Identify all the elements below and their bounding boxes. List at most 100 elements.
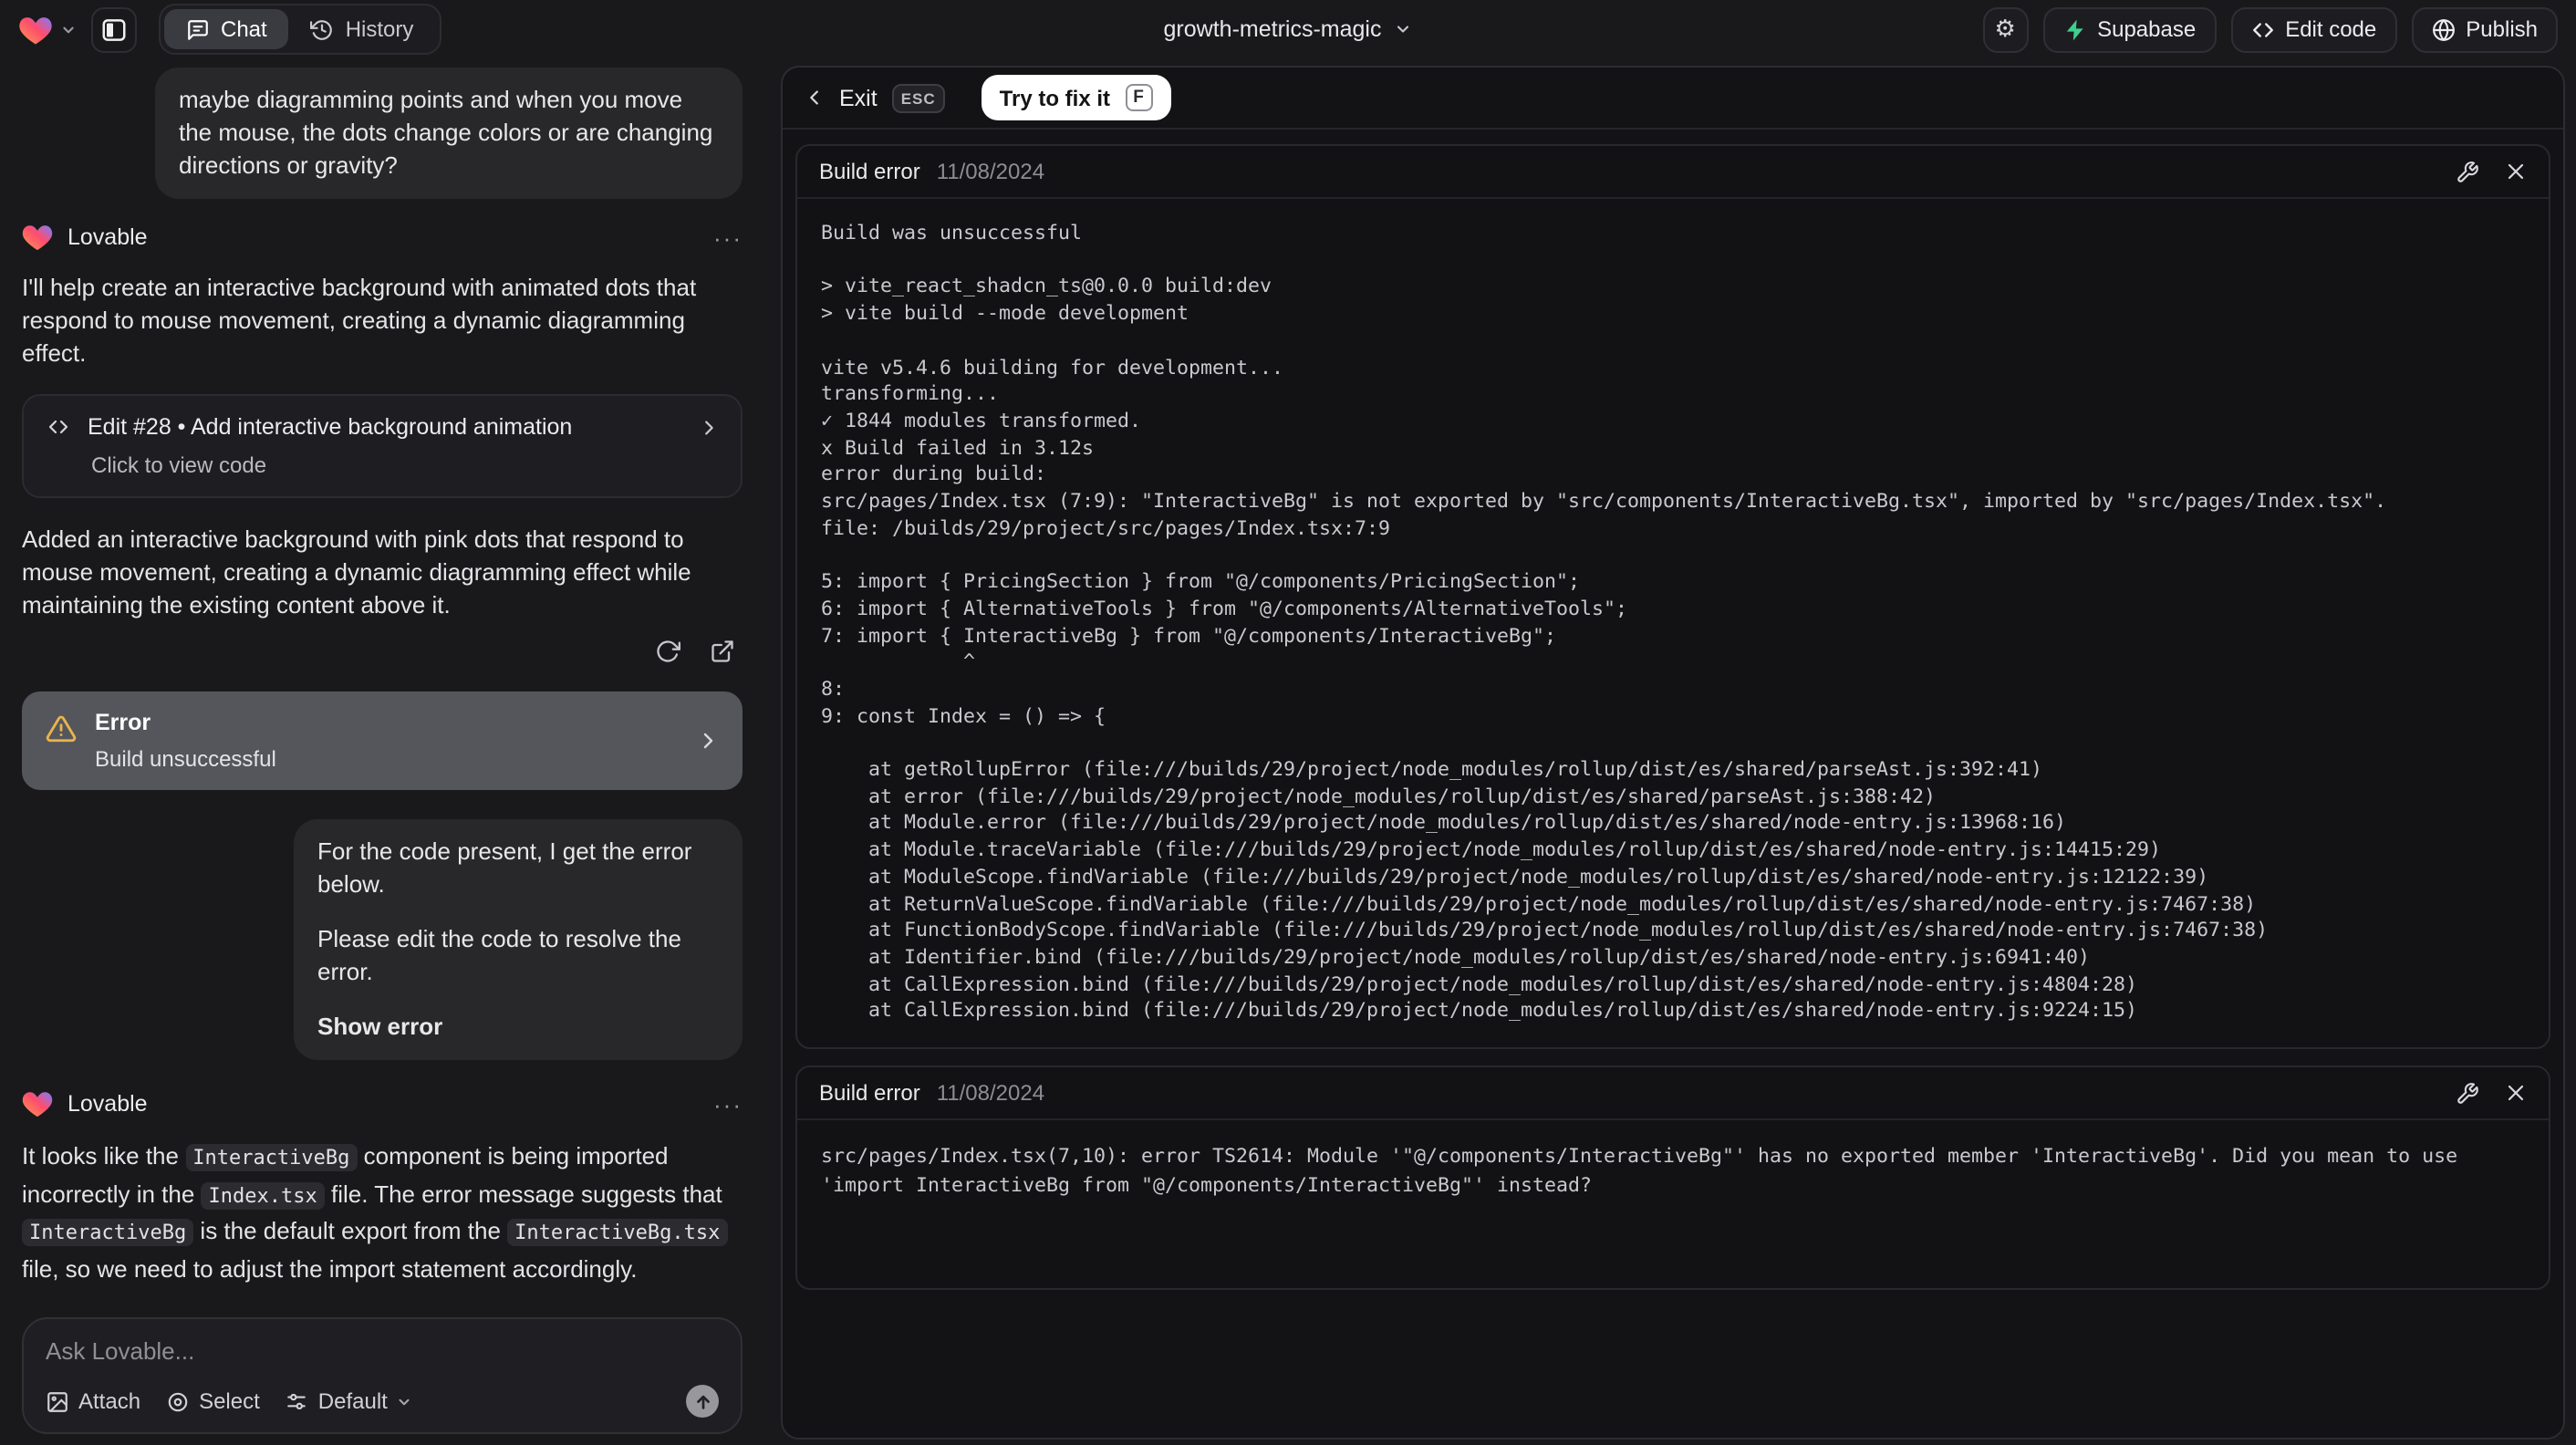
exit-label: Exit [839,85,878,110]
error-banner-title: Error [95,710,151,735]
warning-triangle-icon [46,713,77,744]
wrench-icon[interactable] [2456,1081,2479,1105]
build-error-banner[interactable]: Error Build unsuccessful [22,691,743,790]
sliders-icon [286,1389,309,1413]
chevron-down-icon [1394,20,1412,38]
panel-date: 11/08/2024 [936,1080,1045,1107]
exit-button[interactable]: Exit ESC [805,83,945,112]
edit-code-button[interactable]: Edit code [2230,6,2397,52]
close-icon[interactable] [2505,161,2527,182]
select-button[interactable]: Select [166,1388,260,1414]
try-to-fix-button[interactable]: Try to fix it F [981,75,1171,120]
heart-avatar-icon [22,1089,53,1118]
publish-label: Publish [2466,16,2538,42]
sidebar-toggle-button[interactable] [91,6,137,52]
panel-title: Build error [819,1080,920,1107]
send-button[interactable] [686,1385,719,1418]
attach-image-icon [46,1389,69,1413]
heart-avatar-icon [22,223,53,252]
build-error-panel-2: Build error 11/08/2024 src/pages/Index.t… [795,1066,2550,1291]
message-actions [22,639,743,664]
assistant-paragraph: Added an interactive background with pin… [22,525,691,619]
more-icon[interactable]: ··· [713,1090,743,1118]
build-log: Build was unsuccessful > vite_react_shad… [821,221,2387,1023]
sidebar-toggle-icon [100,16,128,43]
edit-card-title: Edit #28 • Add interactive background an… [88,414,573,440]
inline-code: InteractiveBg [22,1219,194,1246]
inline-code: InteractiveBg [185,1144,358,1171]
attach-label: Attach [78,1388,141,1414]
assistant-name: Lovable [68,1091,148,1117]
lovable-logo-menu[interactable] [18,14,77,45]
chat-history-tabs: Chat History [159,4,441,55]
user-message-line: For the code present, I get the error be… [317,837,692,898]
build-log: src/pages/Index.tsx(7,10): error TS2614:… [821,1144,2470,1197]
open-preview-icon[interactable] [710,639,735,664]
gear-icon: ⚙ [1994,15,2016,42]
workspace-header: Exit ESC Try to fix it F [783,68,2563,130]
code-icon [2250,17,2274,41]
assistant-paragraph: I'll help create an interactive backgrou… [22,274,697,367]
globe-icon [2431,17,2455,41]
mode-label: Default [317,1388,388,1414]
user-message-line: Please edit the code to resolve the erro… [317,925,681,985]
project-selector[interactable]: growth-metrics-magic [1164,0,1413,58]
workspace-body[interactable]: Build error 11/08/2024 Build was unsucce… [783,130,2563,1438]
heart-logo-icon [18,14,53,45]
settings-button[interactable]: ⚙ [1982,6,2029,52]
select-target-icon [166,1389,190,1413]
user-message: maybe diagramming points and when you mo… [155,68,743,199]
try-to-fix-label: Try to fix it [999,85,1111,110]
assistant-paragraph: It looks like the InteractiveBg componen… [22,1138,743,1286]
code-icon [46,416,71,438]
chevron-right-icon [697,730,719,752]
inline-code: InteractiveBg.tsx [507,1219,728,1246]
error-banner-subtitle: Build unsuccessful [95,746,276,772]
top-bar: Chat History growth-metrics-magic ⚙ Supa… [0,0,2576,58]
tab-history-label: History [345,16,414,42]
project-name: growth-metrics-magic [1163,16,1382,42]
more-icon[interactable]: ··· [713,224,743,251]
restore-icon[interactable] [655,639,680,664]
chat-composer: Ask Lovable... Attach Select Default [22,1317,743,1434]
publish-button[interactable]: Publish [2411,6,2558,52]
attach-button[interactable]: Attach [46,1388,140,1414]
panel-date: 11/08/2024 [936,159,1045,184]
lovable-app: Chat History growth-metrics-magic ⚙ Supa… [0,0,2576,1445]
chevron-right-icon [699,417,719,437]
inline-code: Index.tsx [201,1181,325,1209]
user-message-text: maybe diagramming points and when you mo… [179,86,713,179]
esc-key-badge: ESC [891,83,945,112]
assistant-name: Lovable [68,224,148,250]
chevron-left-icon [805,88,825,108]
chat-input[interactable]: Ask Lovable... [46,1337,719,1365]
f-key-badge: F [1125,84,1153,111]
tab-chat-label: Chat [221,16,267,42]
assistant-message: Lovable ··· It looks like the Interactiv… [22,1089,743,1303]
assistant-message: Lovable ··· I'll help create an interact… [22,223,743,790]
show-error-link[interactable]: Show error [317,1011,719,1044]
panel-title: Build error [819,159,920,184]
wrench-icon[interactable] [2456,160,2479,183]
chevron-down-icon [397,1393,413,1409]
build-error-panel-1: Build error 11/08/2024 Build was unsucce… [795,144,2550,1050]
tab-chat[interactable]: Chat [164,9,289,49]
edit-card-28[interactable]: Edit #28 • Add interactive background an… [22,394,743,498]
supabase-button[interactable]: Supabase [2042,6,2217,52]
chat-message-list[interactable]: maybe diagramming points and when you mo… [0,58,764,1303]
user-message: For the code present, I get the error be… [294,819,743,1060]
mode-selector[interactable]: Default [286,1388,413,1414]
tab-history[interactable]: History [289,9,436,49]
select-label: Select [199,1388,260,1414]
edit-code-label: Edit code [2285,16,2377,42]
edit-card-subtitle: Click to view code [91,452,267,478]
arrow-up-icon [692,1391,712,1411]
supabase-label: Supabase [2097,16,2197,42]
history-icon [310,17,335,41]
chat-sidebar: maybe diagramming points and when you mo… [0,58,764,1445]
chat-bubble-icon [186,17,210,41]
close-icon[interactable] [2505,1082,2527,1104]
error-workspace-panel: Exit ESC Try to fix it F Build error 11/… [781,66,2565,1440]
supabase-icon [2062,17,2086,41]
chevron-down-icon [60,21,77,37]
